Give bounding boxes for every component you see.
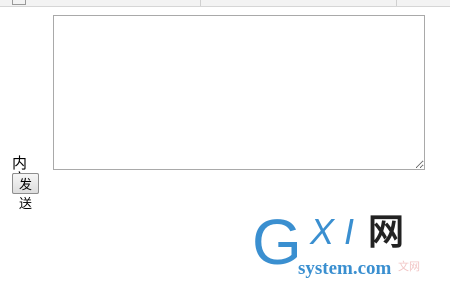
watermark-faint-text: 文网 [398, 260, 420, 273]
watermark-domain: system.com [298, 258, 392, 279]
watermark-logo-g: G [252, 208, 302, 278]
watermark-logo-xi: XI [310, 211, 365, 252]
menu-icon [12, 0, 26, 5]
page: 内容 发送 G XI 网 system.com 文网 [0, 0, 450, 300]
tab-divider [396, 0, 397, 6]
site-watermark: G XI 网 system.com 文网 [250, 208, 450, 300]
browser-top-strip [0, 0, 450, 7]
send-button[interactable]: 发送 [12, 173, 40, 212]
watermark-logo-wang: 网 [368, 212, 405, 253]
content-textarea[interactable] [53, 15, 425, 170]
tab-divider [200, 0, 201, 6]
